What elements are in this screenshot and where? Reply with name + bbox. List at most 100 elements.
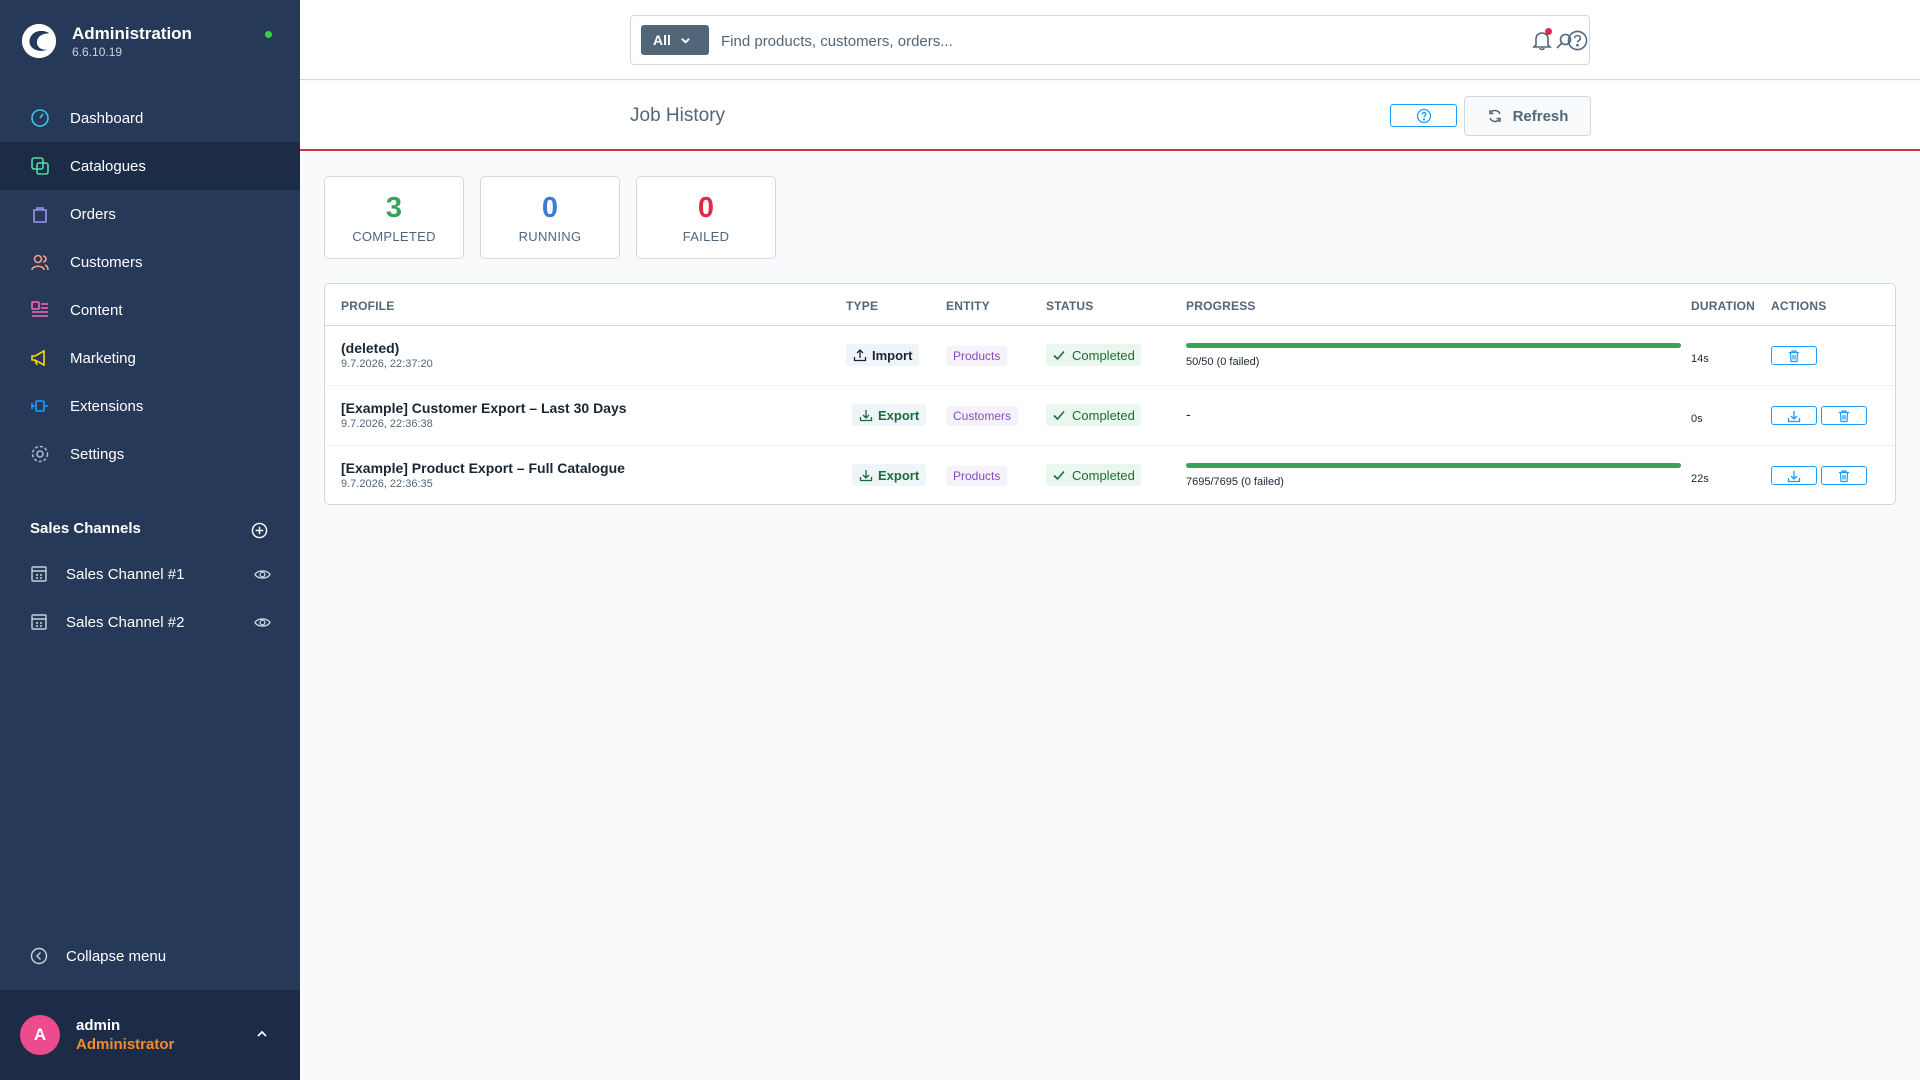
- column-header-progress[interactable]: PROGRESS: [1186, 299, 1256, 313]
- settings-icon: [31, 445, 49, 463]
- global-search: All: [630, 15, 1590, 65]
- column-header-profile[interactable]: PROFILE: [341, 299, 394, 313]
- duration: 14s: [1691, 353, 1709, 365]
- stat-label: COMPLETED: [352, 229, 436, 244]
- column-header-duration[interactable]: DURATION: [1691, 299, 1755, 313]
- progress-text: 7695/7695 (0 failed): [1186, 476, 1284, 488]
- sales-channel-label: Sales Channel #2: [66, 613, 185, 631]
- search-type-dropdown[interactable]: All: [641, 25, 709, 55]
- column-header-status[interactable]: STATUS: [1046, 299, 1093, 313]
- sidebar: Administration 6.6.10.19 Dashboard Catal…: [0, 0, 300, 1080]
- nav-item-settings[interactable]: Settings: [0, 430, 300, 478]
- stat-value: 0: [697, 192, 715, 224]
- customers-icon: [31, 254, 49, 271]
- nav-label: Content: [70, 301, 123, 319]
- table-row[interactable]: (deleted) 9.7.2026, 22:37:20 Import Prod…: [325, 326, 1895, 386]
- type-badge: Export: [852, 464, 927, 486]
- nav-item-catalogues[interactable]: Catalogues: [0, 142, 300, 190]
- help-icon[interactable]: [1567, 30, 1588, 51]
- stat-card-running: 0 RUNNING: [480, 176, 620, 259]
- sales-channel-item[interactable]: Sales Channel #1: [30, 565, 271, 583]
- stat-card-failed: 0 FAILED: [636, 176, 776, 259]
- app-title: Administration: [72, 24, 192, 43]
- download-icon: [859, 410, 873, 422]
- chevron-up-icon[interactable]: [255, 1027, 269, 1041]
- entity-badge: Products: [946, 346, 1008, 366]
- marketing-icon: [31, 349, 45, 367]
- status-label: Completed: [1072, 347, 1135, 363]
- nav-label: Marketing: [70, 349, 136, 367]
- collapse-menu-label: Collapse menu: [66, 947, 167, 965]
- nav-label: Dashboard: [70, 109, 144, 127]
- eye-icon[interactable]: [254, 614, 271, 631]
- catalogues-icon: [31, 157, 49, 175]
- collapse-chevron-icon: [30, 947, 48, 965]
- nav-label: Extensions: [70, 397, 144, 415]
- page-title: Job History: [630, 105, 726, 126]
- column-header-actions: ACTIONS: [1771, 299, 1827, 313]
- stat-label: FAILED: [682, 229, 730, 244]
- orders-icon: [33, 207, 47, 223]
- download-button[interactable]: [1771, 406, 1817, 425]
- online-status-dot: [265, 31, 272, 38]
- status-badge: Completed: [1046, 344, 1141, 366]
- status-badge: Completed: [1046, 464, 1141, 486]
- delete-button[interactable]: [1771, 346, 1817, 365]
- status-label: Completed: [1072, 407, 1135, 423]
- avatar: A: [20, 1015, 60, 1055]
- nav-item-extensions[interactable]: Extensions: [0, 382, 300, 430]
- download-icon: [859, 470, 873, 482]
- table-row[interactable]: [Example] Customer Export – Last 30 Days…: [325, 386, 1895, 446]
- content-icon: [31, 301, 48, 317]
- nav-item-marketing[interactable]: Marketing: [0, 334, 300, 382]
- trash-icon: [1839, 409, 1849, 422]
- trash-icon: [1839, 469, 1849, 482]
- user-name: admin: [76, 1017, 121, 1034]
- delete-button[interactable]: [1821, 406, 1867, 425]
- progress-bar: [1186, 463, 1681, 468]
- nav-item-orders[interactable]: Orders: [0, 190, 300, 238]
- user-role: Administrator: [76, 1036, 175, 1053]
- column-header-entity[interactable]: ENTITY: [946, 299, 990, 313]
- info-button[interactable]: [1390, 104, 1457, 127]
- delete-button[interactable]: [1821, 466, 1867, 485]
- column-header-type[interactable]: TYPE: [846, 299, 878, 313]
- type-label: Import: [872, 347, 913, 363]
- progress-text: 50/50 (0 failed): [1186, 356, 1260, 368]
- nav-label: Orders: [70, 205, 116, 223]
- dashboard-icon: [31, 109, 49, 127]
- stat-card-completed: 3 COMPLETED: [324, 176, 464, 259]
- entity-badge: Customers: [946, 406, 1019, 426]
- collapse-menu-button[interactable]: Collapse menu: [30, 947, 166, 965]
- stat-label: RUNNING: [518, 229, 582, 244]
- nav-item-content[interactable]: Content: [0, 286, 300, 334]
- job-date: 9.7.2026, 22:36:38: [341, 418, 433, 430]
- download-icon: [1787, 410, 1801, 422]
- nav-label: Settings: [70, 445, 125, 463]
- download-button[interactable]: [1771, 466, 1817, 485]
- type-badge: Import: [846, 344, 920, 366]
- nav-label: Catalogues: [70, 157, 146, 175]
- stat-value: 0: [541, 192, 559, 224]
- search-input[interactable]: [721, 26, 1521, 56]
- chevron-down-icon: [681, 37, 690, 44]
- eye-icon[interactable]: [254, 566, 271, 583]
- profile-name: [Example] Product Export – Full Catalogu…: [341, 460, 625, 476]
- profile-name: [Example] Customer Export – Last 30 Days: [341, 400, 627, 416]
- brand[interactable]: Administration 6.6.10.19: [20, 22, 192, 60]
- checkmark-icon: [1053, 470, 1065, 481]
- table-header: PROFILE TYPE ENTITY STATUS PROGRESS DURA…: [325, 284, 1895, 326]
- add-sales-channel-icon[interactable]: [251, 522, 268, 539]
- refresh-button[interactable]: Refresh: [1464, 96, 1591, 136]
- user-menu[interactable]: A admin Administrator: [0, 990, 300, 1080]
- app-version: 6.6.10.19: [72, 45, 123, 59]
- shopware-logo-icon: [21, 23, 57, 59]
- job-date: 9.7.2026, 22:36:35: [341, 478, 433, 490]
- stat-value: 3: [385, 192, 403, 224]
- nav-item-dashboard[interactable]: Dashboard: [0, 94, 300, 142]
- table-row[interactable]: [Example] Product Export – Full Catalogu…: [325, 446, 1895, 506]
- sales-channel-item[interactable]: Sales Channel #2: [30, 613, 271, 631]
- job-history-table: PROFILE TYPE ENTITY STATUS PROGRESS DURA…: [324, 283, 1896, 505]
- sales-channels-title: Sales Channels: [30, 520, 141, 537]
- nav-item-customers[interactable]: Customers: [0, 238, 300, 286]
